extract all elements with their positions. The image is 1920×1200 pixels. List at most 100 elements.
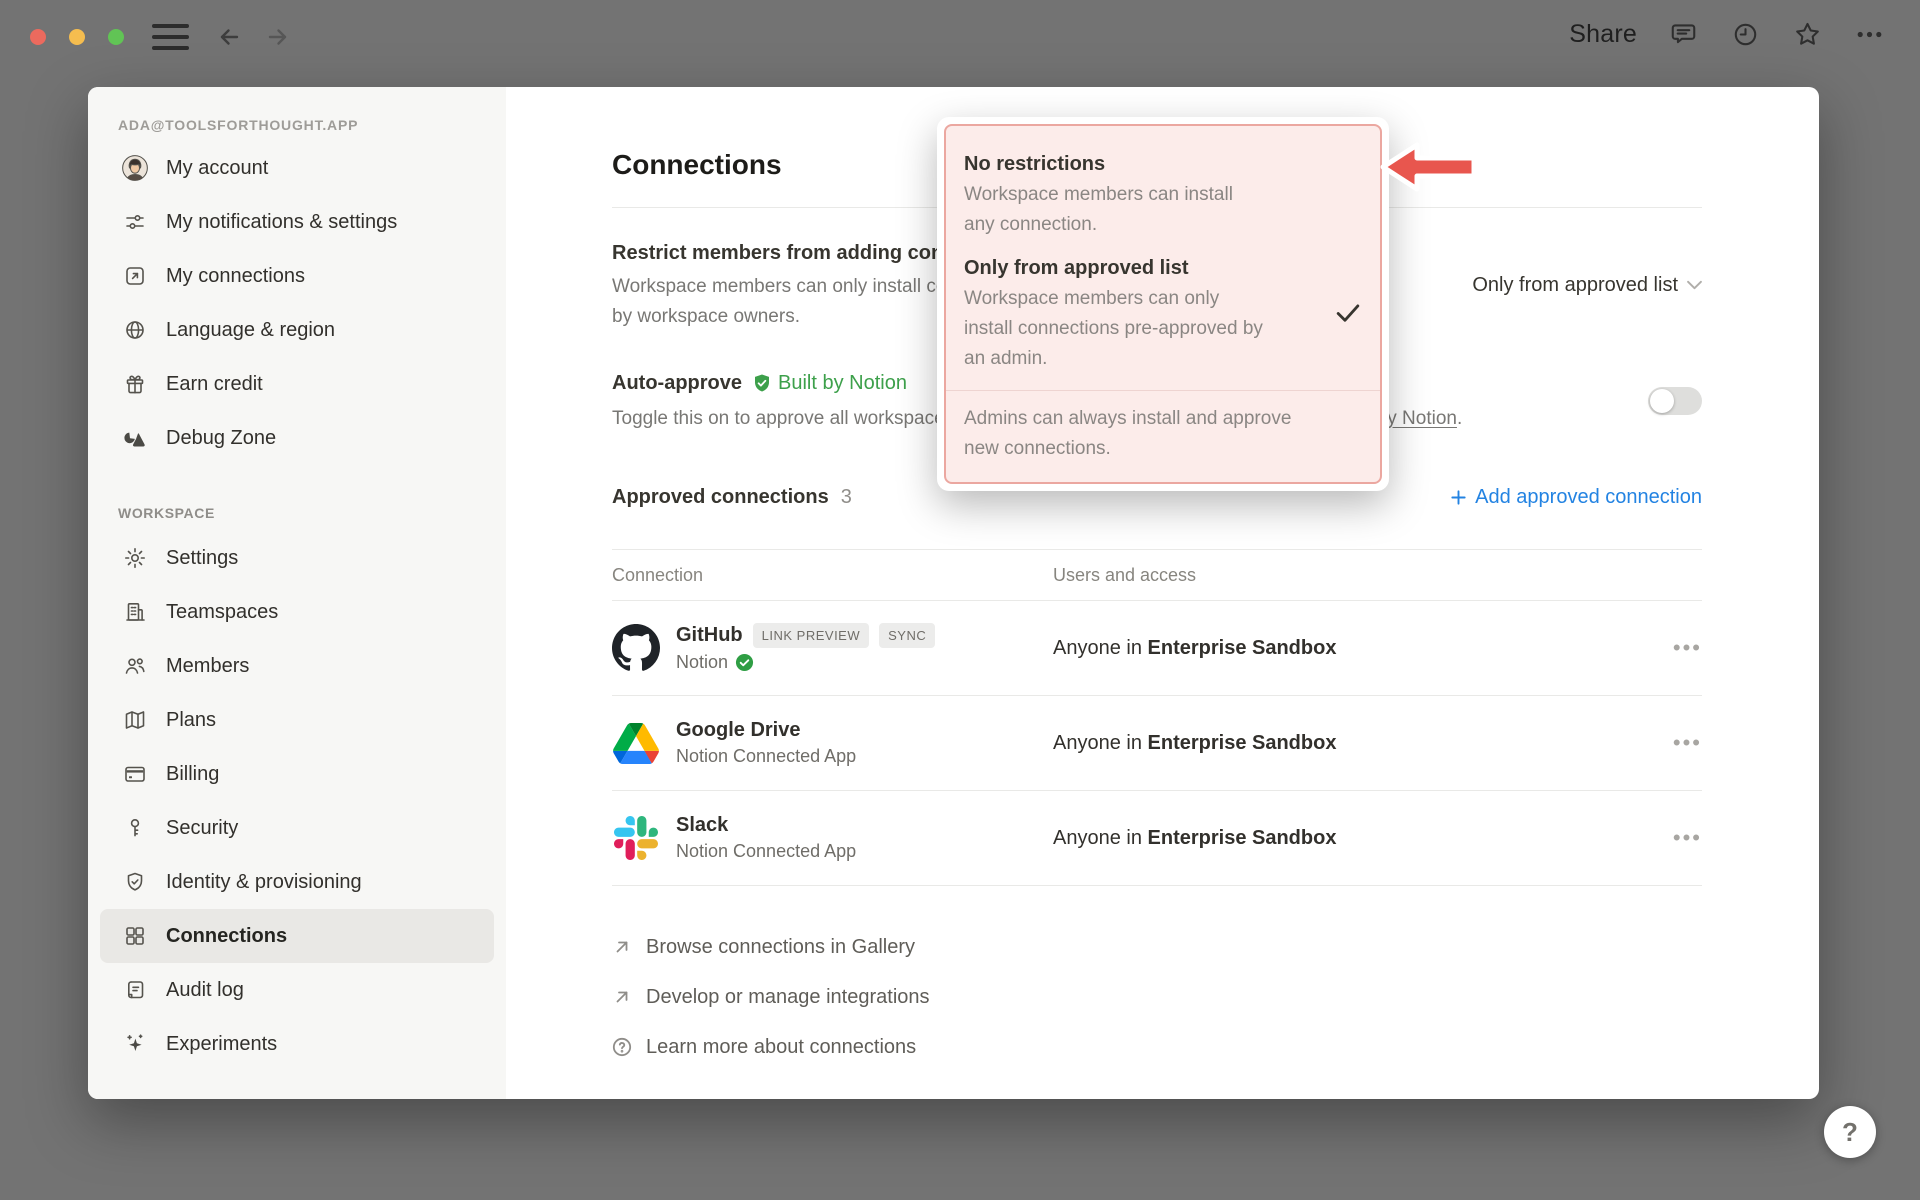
comment-icon <box>1668 19 1699 50</box>
restriction-select[interactable]: Only from approved list <box>1472 274 1702 297</box>
settings-sidebar: ADA@TOOLSFORTHOUGHT.APP My account My no… <box>88 87 506 1099</box>
sidebar-item-teamspaces[interactable]: Teamspaces <box>100 585 494 639</box>
sidebar-item-label: Security <box>166 817 238 840</box>
sidebar-item-label: Debug Zone <box>166 427 276 450</box>
app-window: Share ADA@TOOLSFORTHOUGHT.APP M <box>0 0 1920 1200</box>
row-menu-button[interactable]: ••• <box>1662 635 1702 661</box>
link-learn-more-connections[interactable]: Learn more about connections <box>612 1022 1702 1072</box>
gift-icon <box>122 371 148 397</box>
sidebar-item-security[interactable]: Security <box>100 801 494 855</box>
comments-button[interactable] <box>1667 18 1699 50</box>
option-title: Only from approved list <box>964 252 1264 284</box>
menu-icon[interactable] <box>152 24 189 50</box>
sidebar-item-billing[interactable]: Billing <box>100 747 494 801</box>
sidebar-item-experiments[interactable]: Experiments <box>100 1017 494 1071</box>
sidebar-item-label: My notifications & settings <box>166 211 397 234</box>
sidebar-item-notifications-settings[interactable]: My notifications & settings <box>100 195 494 249</box>
sidebar-item-label: My account <box>166 157 268 180</box>
favorite-button[interactable] <box>1791 18 1823 50</box>
ellipsis-icon <box>1854 19 1885 50</box>
members-icon <box>122 653 148 679</box>
slack-logo-icon <box>612 814 660 862</box>
sidebar-item-debug-zone[interactable]: Debug Zone <box>100 411 494 465</box>
approved-connections-count: 3 <box>841 486 852 509</box>
sidebar-item-label: Earn credit <box>166 373 263 396</box>
add-approved-connection-button[interactable]: Add approved connection <box>1449 486 1702 509</box>
github-logo-icon <box>612 624 660 672</box>
connection-subtitle: Notion Connected App <box>676 841 856 862</box>
sidebar-item-label: Identity & provisioning <box>166 871 362 894</box>
connection-name: GitHub <box>676 624 743 647</box>
sliders-icon <box>122 209 148 235</box>
restriction-dropdown-menu: No restrictions Workspace members can in… <box>937 117 1389 491</box>
sidebar-item-my-connections[interactable]: My connections <box>100 249 494 303</box>
forward-arrow-icon <box>263 22 293 52</box>
grid-icon <box>122 923 148 949</box>
add-approved-connection-label: Add approved connection <box>1475 486 1702 509</box>
sidebar-item-label: Language & region <box>166 319 335 342</box>
sidebar-item-connections[interactable]: Connections <box>100 909 494 963</box>
sidebar-item-identity-provisioning[interactable]: Identity & provisioning <box>100 855 494 909</box>
row-menu-button[interactable]: ••• <box>1662 825 1702 851</box>
avatar <box>122 155 148 181</box>
sidebar-item-members[interactable]: Members <box>100 639 494 693</box>
link-browse-gallery[interactable]: Browse connections in Gallery <box>612 922 1702 972</box>
annotation-arrow-icon <box>1376 136 1482 198</box>
audit-log-icon <box>122 977 148 1003</box>
option-description: Workspace members can only install conne… <box>964 284 1264 374</box>
sidebar-item-my-account[interactable]: My account <box>100 141 494 195</box>
shapes-icon <box>122 425 148 451</box>
sidebar-item-label: Audit log <box>166 979 244 1002</box>
back-button[interactable] <box>214 22 244 52</box>
column-header-connection: Connection <box>612 565 1053 586</box>
more-button[interactable] <box>1853 18 1885 50</box>
approved-connections-title: Approved connections <box>612 486 829 509</box>
checkmark-icon <box>1336 302 1360 324</box>
row-menu-button[interactable]: ••• <box>1662 730 1702 756</box>
titlebar: Share <box>0 0 1920 74</box>
sidebar-item-label: Settings <box>166 547 238 570</box>
share-button[interactable]: Share <box>1569 20 1637 49</box>
connection-access: Anyone in Enterprise Sandbox <box>1053 732 1662 755</box>
forward-button[interactable] <box>263 22 293 52</box>
column-header-users-access: Users and access <box>1053 565 1196 586</box>
zoom-window-button[interactable] <box>108 29 124 45</box>
history-button[interactable] <box>1729 18 1761 50</box>
help-button[interactable]: ? <box>1824 1106 1876 1158</box>
connection-name: Slack <box>676 814 728 837</box>
option-title: No restrictions <box>964 148 1264 180</box>
connection-subtitle: Notion <box>676 652 728 673</box>
building-icon <box>122 599 148 625</box>
plus-icon <box>1449 488 1468 507</box>
sidebar-item-label: Members <box>166 655 249 678</box>
connection-access: Anyone in Enterprise Sandbox <box>1053 637 1662 660</box>
auto-approve-toggle[interactable] <box>1648 387 1702 415</box>
verified-shield-icon <box>752 373 772 393</box>
sidebar-item-plans[interactable]: Plans <box>100 693 494 747</box>
option-only-from-approved-list[interactable]: Only from approved list Workspace member… <box>964 246 1360 380</box>
close-window-button[interactable] <box>30 29 46 45</box>
approved-connections-table: Connection Users and access GitHub LINK … <box>612 549 1702 886</box>
connection-subtitle: Notion Connected App <box>676 746 856 767</box>
sidebar-item-language-region[interactable]: Language & region <box>100 303 494 357</box>
sidebar-item-audit-log[interactable]: Audit log <box>100 963 494 1017</box>
arrow-up-right-icon <box>612 987 632 1007</box>
connection-access: Anyone in Enterprise Sandbox <box>1053 827 1662 850</box>
sparkles-icon <box>122 1031 148 1057</box>
google-drive-logo-icon <box>612 719 660 767</box>
question-circle-icon <box>612 1037 632 1057</box>
option-description: Workspace members can install any connec… <box>964 180 1264 240</box>
back-arrow-icon <box>214 22 244 52</box>
option-no-restrictions[interactable]: No restrictions Workspace members can in… <box>964 142 1360 246</box>
map-icon <box>122 707 148 733</box>
table-header-row: Connection Users and access <box>612 550 1702 600</box>
account-email: ADA@TOOLSFORTHOUGHT.APP <box>118 109 506 141</box>
minimize-window-button[interactable] <box>69 29 85 45</box>
toggle-knob <box>1650 389 1674 413</box>
link-develop-integrations[interactable]: Develop or manage integrations <box>612 972 1702 1022</box>
sidebar-item-label: Teamspaces <box>166 601 278 624</box>
sidebar-item-label: Billing <box>166 763 219 786</box>
sidebar-item-settings[interactable]: Settings <box>100 531 494 585</box>
built-by-notion-label: Built by Notion <box>778 372 907 395</box>
sidebar-item-earn-credit[interactable]: Earn credit <box>100 357 494 411</box>
